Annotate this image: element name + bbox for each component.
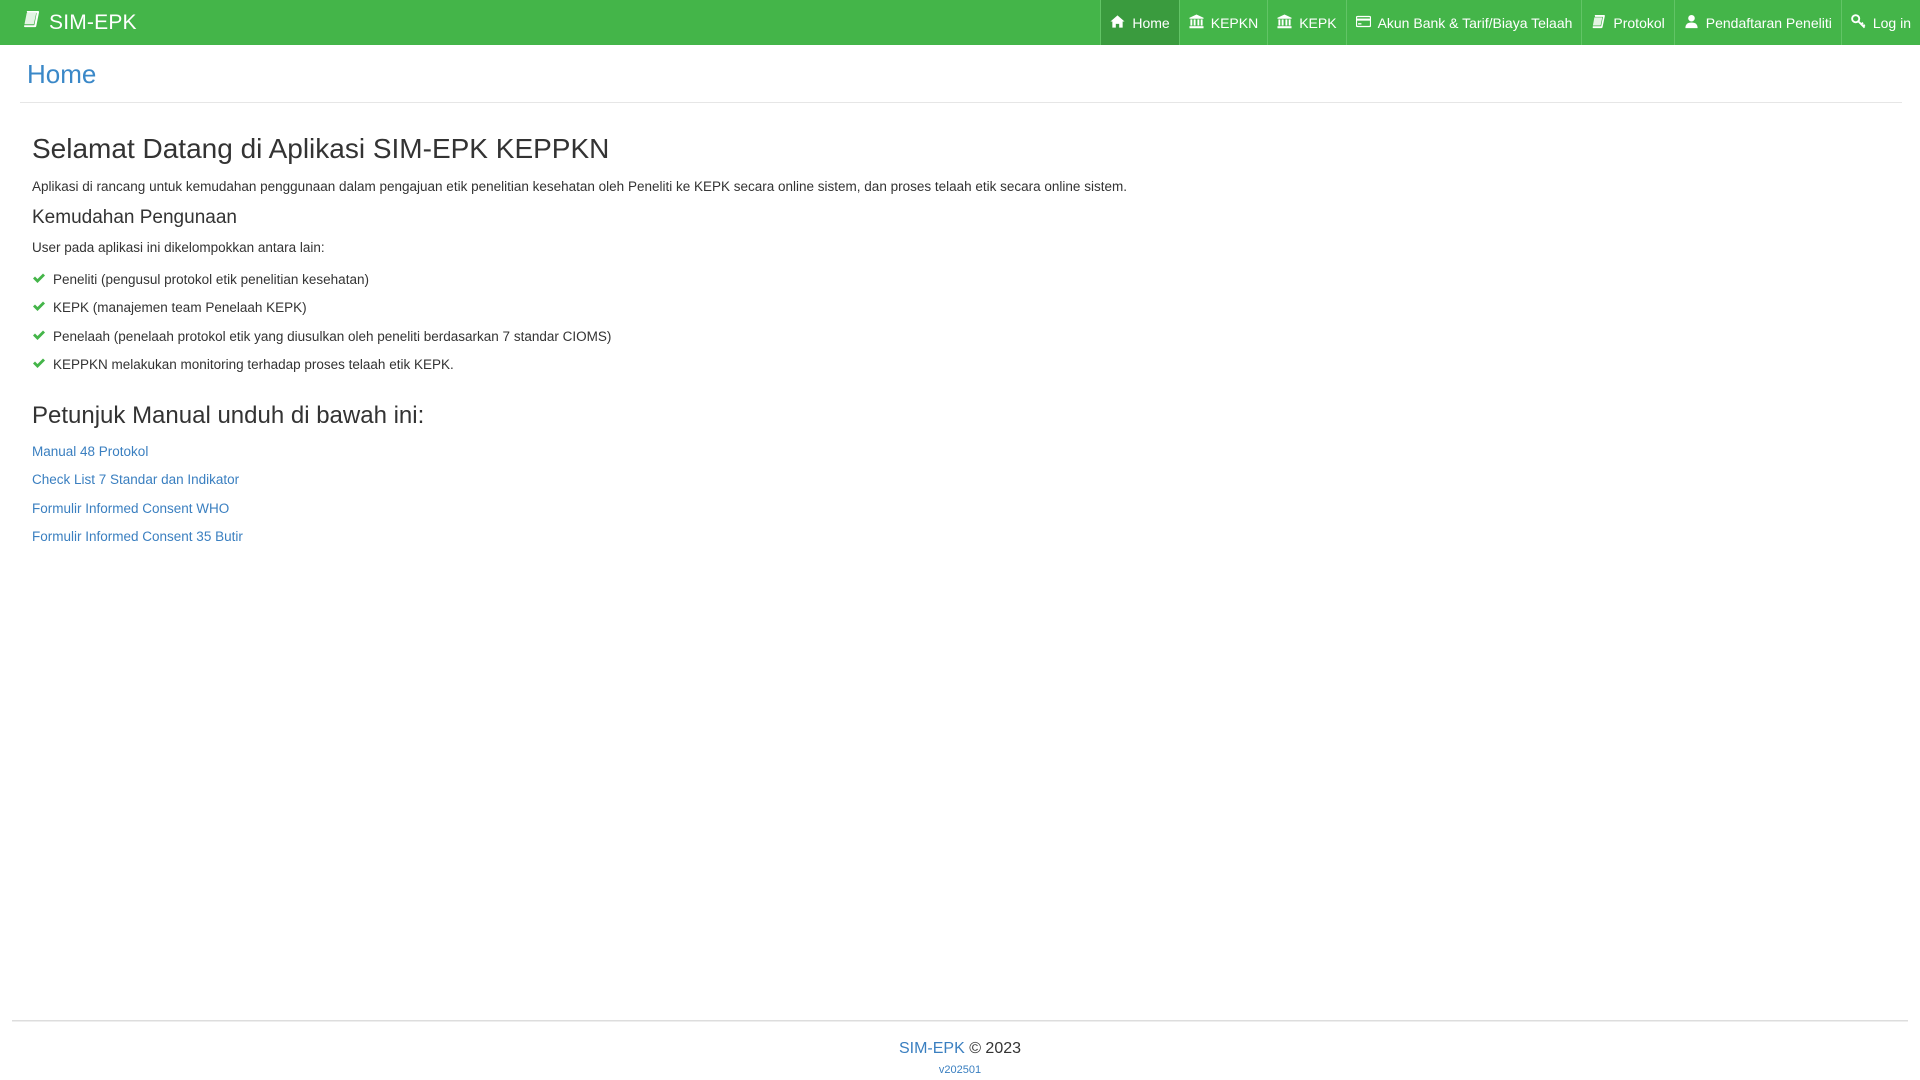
check-icon — [32, 271, 46, 288]
list-item: KEPK (manajemen team Penelaah KEPK) — [32, 294, 1892, 323]
list-item: Peneliti (pengusul protokol etik penelit… — [32, 265, 1892, 294]
nav-item-label: Pendaftaran Peneliti — [1705, 14, 1832, 31]
page-header: Home — [20, 45, 1902, 103]
manual-heading: Petunjuk Manual unduh di bawah ini: — [32, 402, 425, 429]
nav-item-kepkn[interactable]: KEPKN — [1178, 0, 1267, 45]
nav-item-bank-account[interactable]: Akun Bank & Tarif/Biaya Telaah — [1345, 0, 1582, 45]
role-list: Peneliti (pengusul protokol etik penelit… — [32, 265, 1892, 379]
top-navbar: SIM-EPK Home KEPKN KEPK Akun Bank & Tari… — [0, 0, 1920, 45]
nav-item-label: Home — [1132, 14, 1170, 31]
institution-icon — [1277, 13, 1292, 32]
nav-item-login[interactable]: Log in — [1840, 0, 1920, 45]
check-icon — [32, 299, 46, 316]
book-icon — [1591, 14, 1606, 32]
informed-consent-who-link[interactable]: Formulir Informed Consent WHO — [32, 501, 229, 516]
brand-label: SIM-EPK — [49, 10, 137, 34]
role-text: Peneliti (pengusul protokol etik penelit… — [53, 271, 369, 287]
nav-item-register-researcher[interactable]: Pendaftaran Peneliti — [1673, 0, 1841, 45]
role-text: KEPK (manajemen team Penelaah KEPK) — [53, 300, 307, 316]
user-intro-text: User pada aplikasi ini dikelompokkan ant… — [32, 240, 325, 255]
nav-item-label: Protokol — [1613, 14, 1665, 31]
checklist-7-standar-link[interactable]: Check List 7 Standar dan Indikator — [32, 472, 239, 487]
footer-copyright: SIM-EPK © 2023 — [0, 1038, 1920, 1060]
user-icon — [1684, 14, 1699, 32]
list-item: Manual 48 Protokol — [32, 437, 1892, 466]
ease-heading: Kemudahan Pengunaan — [32, 207, 237, 228]
page-title: Home — [27, 59, 97, 89]
welcome-heading: Selamat Datang di Aplikasi SIM-EPK KEPPK… — [32, 133, 610, 164]
main-content: Selamat Datang di Aplikasi SIM-EPK KEPPK… — [32, 128, 1892, 551]
copyright-text: © 2023 — [964, 1040, 1022, 1057]
manual-link-list: Manual 48 Protokol Check List 7 Standar … — [32, 437, 1892, 551]
list-item: Check List 7 Standar dan Indikator — [32, 466, 1892, 495]
nav-item-protokol[interactable]: Protokol — [1581, 0, 1673, 45]
nav-item-label: Log in — [1872, 14, 1911, 31]
informed-consent-35-butir-link[interactable]: Formulir Informed Consent 35 Butir — [32, 529, 243, 544]
institution-icon — [1189, 13, 1204, 32]
footer-divider — [12, 1020, 1908, 1022]
manual-48-protokol-link[interactable]: Manual 48 Protokol — [32, 444, 148, 459]
book-icon — [22, 10, 41, 35]
nav-item-home[interactable]: Home — [1100, 0, 1179, 45]
home-icon — [1110, 14, 1125, 32]
nav-item-label: KEPK — [1299, 14, 1337, 31]
list-item: Formulir Informed Consent 35 Butir — [32, 523, 1892, 552]
nav-item-label: Akun Bank & Tarif/Biaya Telaah — [1377, 14, 1573, 31]
nav-menu: Home KEPKN KEPK Akun Bank & Tarif/Biaya … — [1100, 0, 1920, 45]
brand-link[interactable]: SIM-EPK — [0, 0, 137, 45]
role-text: Penelaah (penelaah protokol etik yang di… — [53, 328, 612, 344]
footer-brand-link[interactable]: SIM-EPK — [899, 1040, 965, 1057]
nav-item-label: KEPKN — [1210, 14, 1259, 31]
list-item: Formulir Informed Consent WHO — [32, 494, 1892, 523]
check-icon — [32, 356, 46, 373]
version-label: v202501 — [938, 1064, 982, 1076]
key-icon — [1851, 13, 1866, 32]
check-icon — [32, 328, 46, 345]
credit-card-icon — [1355, 14, 1371, 32]
list-item: Penelaah (penelaah protokol etik yang di… — [32, 322, 1892, 351]
role-text: KEPPKN melakukan monitoring terhadap pro… — [53, 357, 454, 373]
footer: SIM-EPK © 2023 v202501 — [0, 1038, 1920, 1079]
list-item: KEPPKN melakukan monitoring terhadap pro… — [32, 351, 1892, 380]
nav-item-kepk[interactable]: KEPK — [1267, 0, 1345, 45]
intro-text: Aplikasi di rancang untuk kemudahan peng… — [32, 179, 1127, 194]
